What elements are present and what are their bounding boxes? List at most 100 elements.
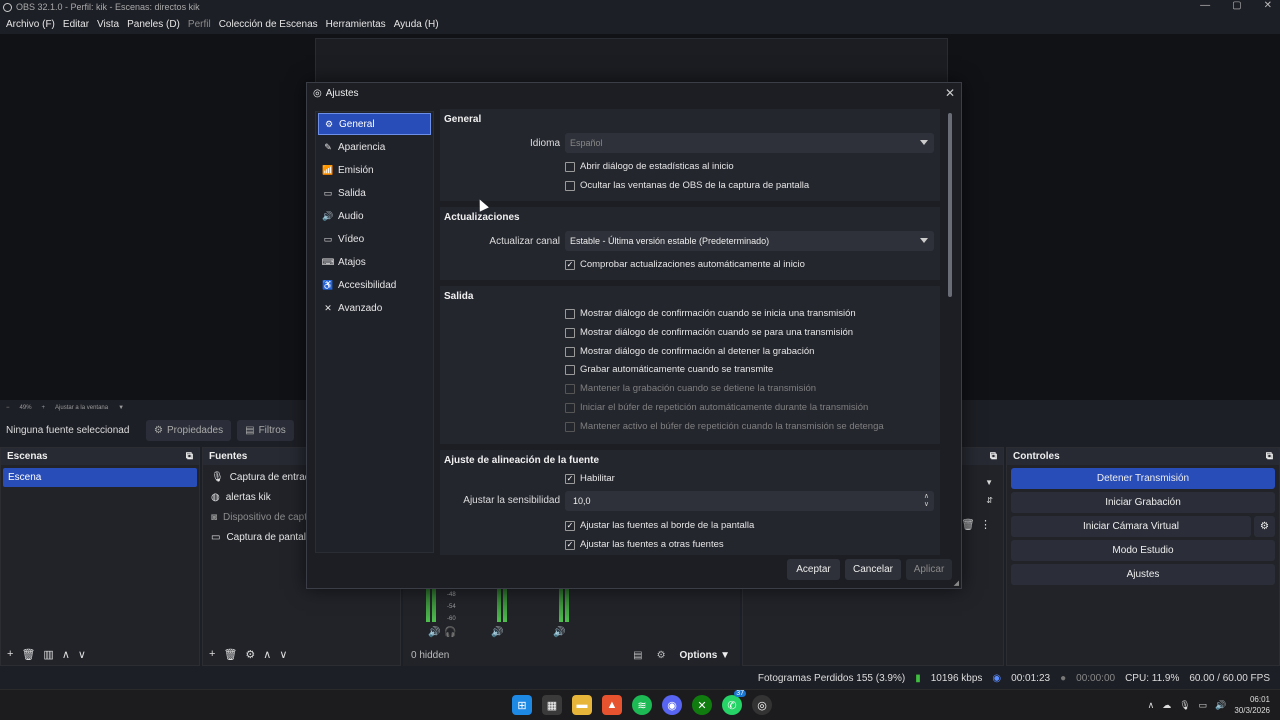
settings-content[interactable]: General Idioma Español Abrir diálogo de … — [440, 109, 940, 555]
filters-button[interactable]: ▤ Filtros — [237, 420, 294, 441]
studio-mode-button[interactable]: Modo Estudio — [1011, 540, 1275, 561]
trash-icon[interactable]: 🗑 — [961, 518, 975, 531]
spin-arrows-icon[interactable]: ⇵ — [986, 496, 993, 505]
snap-screen-edges-checkbox[interactable]: ✓ Ajustar las fuentes al borde de la pant… — [565, 520, 754, 531]
mixer-settings-icon[interactable]: ⚙ — [657, 650, 666, 661]
menu-archivo[interactable]: Archivo (F) — [2, 19, 59, 30]
windows-start-icon[interactable]: ⊞ — [512, 695, 532, 715]
confirm-start-stream-checkbox[interactable]: Mostrar diálogo de confirmación cuando s… — [565, 308, 856, 319]
auto-record-checkbox[interactable]: Grabar automáticamente cuando se transmi… — [565, 364, 773, 375]
sensitivity-value: 10,0 — [573, 496, 591, 506]
confirm-stop-recording-checkbox[interactable]: Mostrar diálogo de confirmación al deten… — [565, 346, 814, 357]
move-up-icon[interactable]: ∧ — [263, 648, 271, 661]
undock-icon[interactable]: ⧉ — [990, 451, 997, 462]
start-recording-button[interactable]: Iniciar Grabación — [1011, 492, 1275, 513]
language-label: Idioma — [529, 138, 560, 149]
move-up-icon[interactable]: ∧ — [62, 648, 70, 661]
options-button[interactable]: Options ▼ — [680, 650, 730, 661]
settings-button[interactable]: Ajustes — [1011, 564, 1275, 585]
spin-arrows-icon[interactable]: ∧ ∨ — [924, 493, 929, 509]
nav-accesibilidad[interactable]: ♿ Accesibilidad — [318, 274, 431, 296]
accept-button[interactable]: Aceptar — [787, 559, 840, 580]
menu-paneles[interactable]: Paneles (D) — [123, 19, 184, 30]
gear-icon[interactable]: ⚙ — [245, 648, 255, 661]
keep-recording-checkbox[interactable]: Mantener la grabación cuando se detiene … — [565, 383, 816, 394]
speaker-icon[interactable]: 🔊 — [428, 627, 440, 638]
virtual-cam-settings-button[interactable]: ⚙ — [1254, 516, 1275, 537]
update-channel-select[interactable]: Estable - Última versión estable (Predet… — [565, 231, 934, 251]
move-down-icon[interactable]: ∨ — [78, 648, 86, 661]
resize-grip-icon[interactable]: ◢ — [954, 579, 959, 587]
store-icon[interactable]: ▦ — [542, 695, 562, 715]
chevron-down-icon[interactable]: ▼ — [118, 405, 124, 411]
content-scrollbar[interactable] — [948, 113, 952, 297]
layout-icon[interactable]: ▤ — [633, 650, 642, 661]
language-select[interactable]: Español — [565, 133, 934, 153]
menu-perfil[interactable]: Perfil — [184, 19, 215, 30]
cloud-icon[interactable]: ☁ — [1162, 700, 1171, 711]
close-icon[interactable]: ✕ — [945, 86, 955, 100]
snapping-enable-checkbox[interactable]: ✓ Habilitar — [565, 473, 615, 484]
clock[interactable]: 06:01 30/3/2026 — [1234, 694, 1270, 716]
controls-header: Controles ⧉ — [1007, 448, 1279, 465]
headphones-icon[interactable]: 🎧 — [444, 627, 456, 638]
nav-salida[interactable]: ▭ Salida — [318, 182, 431, 204]
auto-check-checkbox[interactable]: ✓ Comprobar actualizaciones automáticamen… — [565, 259, 805, 270]
nav-general[interactable]: ⚙ General — [318, 113, 431, 135]
file-explorer-icon[interactable]: ▬ — [572, 695, 592, 715]
speaker-icon[interactable]: 🔊 — [491, 627, 503, 638]
menu-herramientas[interactable]: Herramientas — [322, 19, 390, 30]
menu-editar[interactable]: Editar — [59, 19, 93, 30]
network-icon[interactable]: ▭ — [1199, 700, 1208, 711]
replay-buffer-keep-checkbox[interactable]: Mantener activo el búfer de repetición c… — [565, 421, 884, 432]
cancel-button[interactable]: Cancelar — [845, 559, 901, 580]
replay-buffer-start-checkbox[interactable]: Iniciar el búfer de repetición automátic… — [565, 402, 868, 413]
brave-icon[interactable]: ▲ — [602, 695, 622, 715]
start-virtual-cam-button[interactable]: Iniciar Cámara Virtual — [1011, 516, 1251, 537]
nav-atajos[interactable]: ⌨ Atajos — [318, 251, 431, 273]
chevron-up-icon[interactable]: ∧ — [1148, 700, 1155, 711]
trash-icon[interactable]: 🗑 — [223, 648, 237, 661]
open-stats-checkbox[interactable]: Abrir diálogo de estadísticas al inicio — [565, 161, 734, 172]
add-scene-icon[interactable]: + — [7, 648, 13, 660]
hide-windows-checkbox[interactable]: Ocultar las ventanas de OBS de la captur… — [565, 180, 809, 191]
menu-coleccion-escenas[interactable]: Colección de Escenas — [215, 19, 322, 30]
nav-emision[interactable]: 📶 Emisión — [318, 159, 431, 181]
obs-taskbar-icon[interactable]: ◎ — [752, 695, 772, 715]
volume-icon[interactable]: 🔊 — [1215, 700, 1226, 711]
stop-stream-button[interactable]: Detener Transmisión — [1011, 468, 1275, 489]
fit-window-label[interactable]: Ajustar a la ventana — [55, 405, 108, 411]
menu-ayuda[interactable]: Ayuda (H) — [390, 19, 443, 30]
scene-item[interactable]: Escena — [3, 468, 197, 487]
nav-avanzado[interactable]: ✕ Avanzado — [318, 297, 431, 319]
menu-vista[interactable]: Vista — [93, 19, 123, 30]
spotify-icon[interactable]: ≋ — [632, 695, 652, 715]
close-window-button[interactable]: ✕ — [1264, 0, 1272, 11]
snap-other-sources-checkbox[interactable]: ✓ Ajustar las fuentes a otras fuentes — [565, 539, 724, 550]
apply-button[interactable]: Aplicar — [906, 559, 952, 580]
discord-icon[interactable]: ◉ — [662, 695, 682, 715]
zoom-in-button[interactable]: + — [42, 405, 46, 411]
chevron-down-icon[interactable]: ▼ — [985, 478, 993, 487]
nav-video[interactable]: ▭ Vídeo — [318, 228, 431, 250]
maximize-button[interactable]: ▢ — [1232, 0, 1241, 11]
checkbox-box: ✓ — [565, 259, 575, 270]
minimize-button[interactable]: — — [1200, 0, 1210, 11]
add-source-icon[interactable]: + — [209, 648, 215, 660]
whatsapp-icon[interactable]: ✆ 37 — [722, 690, 746, 715]
speaker-icon[interactable]: 🔊 — [553, 627, 565, 638]
undock-icon[interactable]: ⧉ — [186, 451, 193, 462]
undock-icon[interactable]: ⧉ — [1266, 451, 1273, 462]
confirm-stop-stream-checkbox[interactable]: Mostrar diálogo de confirmación cuando s… — [565, 327, 853, 338]
sensitivity-spinbox[interactable]: 10,0 ∧ ∨ — [565, 491, 934, 511]
more-icon[interactable]: ⋮ — [980, 518, 991, 531]
zoom-out-button[interactable]: − — [6, 405, 10, 411]
trash-icon[interactable]: 🗑 — [21, 648, 35, 661]
properties-button[interactable]: ⚙ Propiedades — [146, 420, 232, 441]
nav-audio[interactable]: 🔊 Audio — [318, 205, 431, 227]
xbox-icon[interactable]: ✕ — [692, 695, 712, 715]
mic-icon[interactable]: 🎙 — [1179, 700, 1190, 711]
filter-icon[interactable]: ▥ — [43, 648, 53, 661]
move-down-icon[interactable]: ∨ — [279, 648, 287, 661]
nav-apariencia[interactable]: ✎ Apariencia — [318, 136, 431, 158]
